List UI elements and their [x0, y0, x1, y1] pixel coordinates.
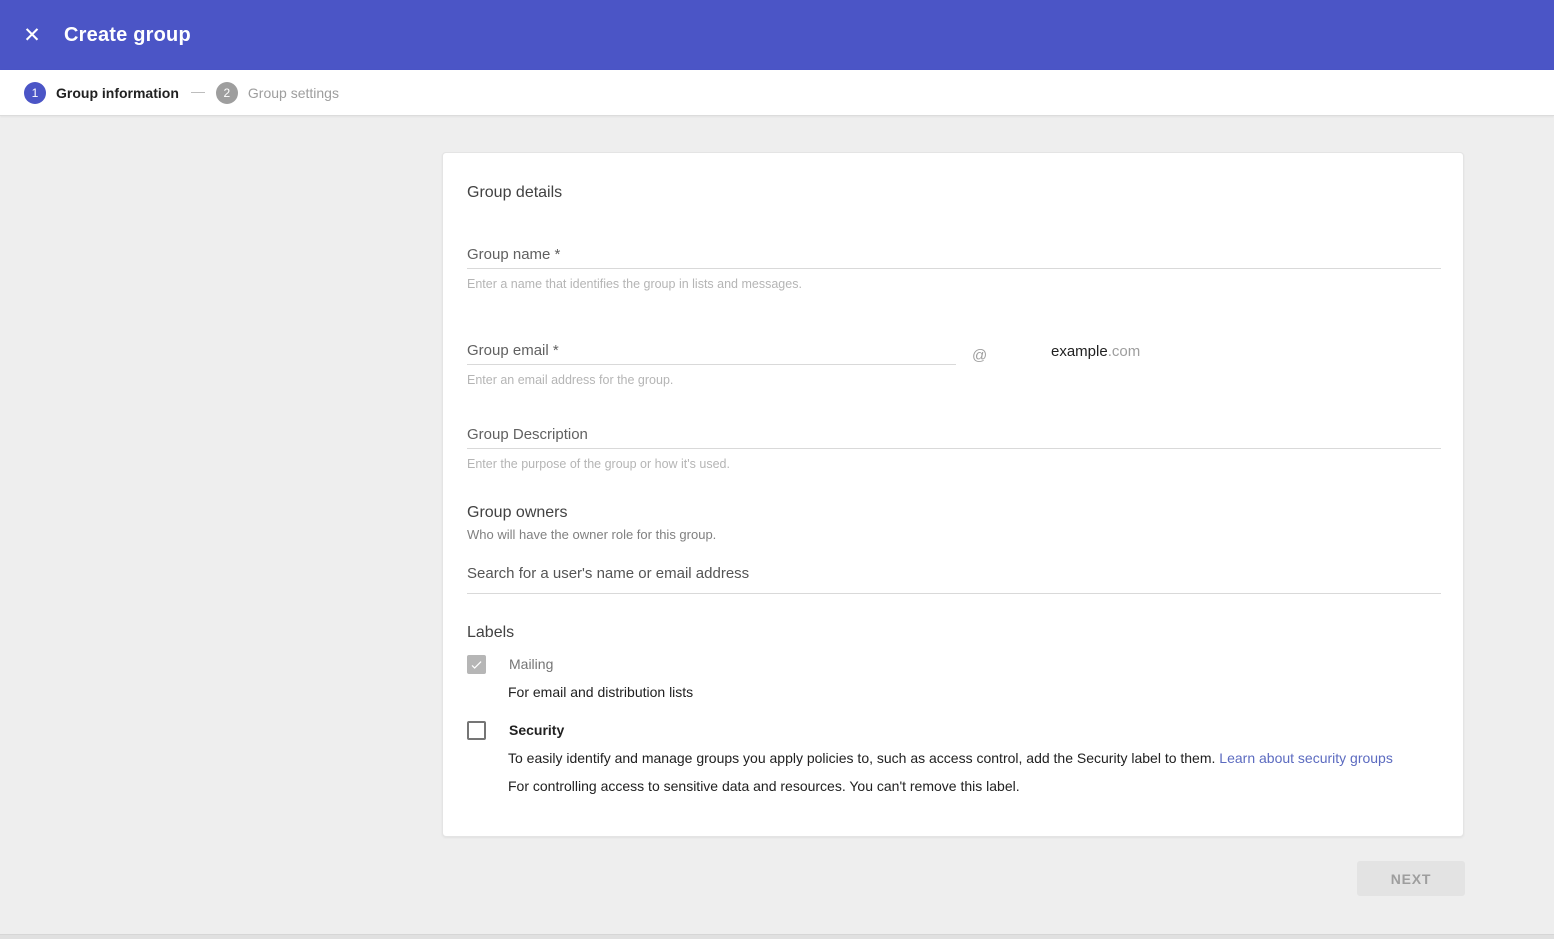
group-description-helper: Enter the purpose of the group or how it…	[467, 457, 730, 471]
learn-about-security-groups-link[interactable]: Learn about security groups	[1219, 750, 1393, 766]
security-description: To easily identify and manage groups you…	[508, 750, 1438, 766]
group-name-input[interactable]: Group name *	[467, 246, 560, 263]
owner-search-input[interactable]: Search for a user's name or email addres…	[467, 565, 749, 582]
section-title-group-details: Group details	[467, 184, 562, 202]
section-title-group-owners: Group owners	[467, 504, 568, 522]
step-1-circle: 1	[24, 82, 46, 104]
security-checkbox[interactable]	[467, 721, 486, 740]
step-1-label: Group information	[56, 85, 179, 101]
mailing-label: Mailing	[509, 656, 553, 672]
stepper-step-group-settings[interactable]: 2 Group settings	[216, 82, 339, 104]
mailing-checkbox[interactable]	[467, 655, 486, 674]
group-name-helper: Enter a name that identifies the group i…	[467, 277, 802, 291]
step-2-label: Group settings	[248, 85, 339, 101]
stepper-separator	[191, 92, 205, 93]
domain-selector[interactable]: example.com	[1051, 343, 1140, 360]
domain-name: example	[1051, 343, 1108, 360]
security-label: Security	[509, 722, 564, 738]
mailing-description: For email and distribution lists	[508, 684, 693, 700]
security-description-line2: For controlling access to sensitive data…	[508, 778, 1020, 794]
group-email-underline	[467, 364, 956, 365]
close-icon[interactable]: ✕	[20, 23, 44, 47]
next-button[interactable]: NEXT	[1357, 861, 1465, 896]
owner-search-underline	[467, 593, 1441, 594]
page-title: Create group	[64, 24, 191, 47]
group-email-helper: Enter an email address for the group.	[467, 373, 673, 387]
step-2-circle: 2	[216, 82, 238, 104]
stepper-step-group-information[interactable]: 1 Group information	[24, 82, 179, 104]
group-description-underline	[467, 448, 1441, 449]
create-group-header: ✕ Create group	[0, 0, 1554, 70]
security-description-text: To easily identify and manage groups you…	[508, 750, 1219, 766]
domain-suffix: .com	[1108, 343, 1141, 360]
at-symbol: @	[972, 347, 987, 364]
group-details-card: Group details Group name * Enter a name …	[442, 152, 1464, 837]
group-description-input[interactable]: Group Description	[467, 426, 588, 443]
group-owners-subtitle: Who will have the owner role for this gr…	[467, 527, 716, 542]
stepper: 1 Group information 2 Group settings	[0, 70, 1554, 116]
group-name-underline	[467, 268, 1441, 269]
window-bottom-edge	[0, 934, 1554, 939]
checkmark-icon	[469, 657, 484, 672]
group-email-input[interactable]: Group email *	[467, 342, 559, 359]
section-title-labels: Labels	[467, 624, 514, 642]
